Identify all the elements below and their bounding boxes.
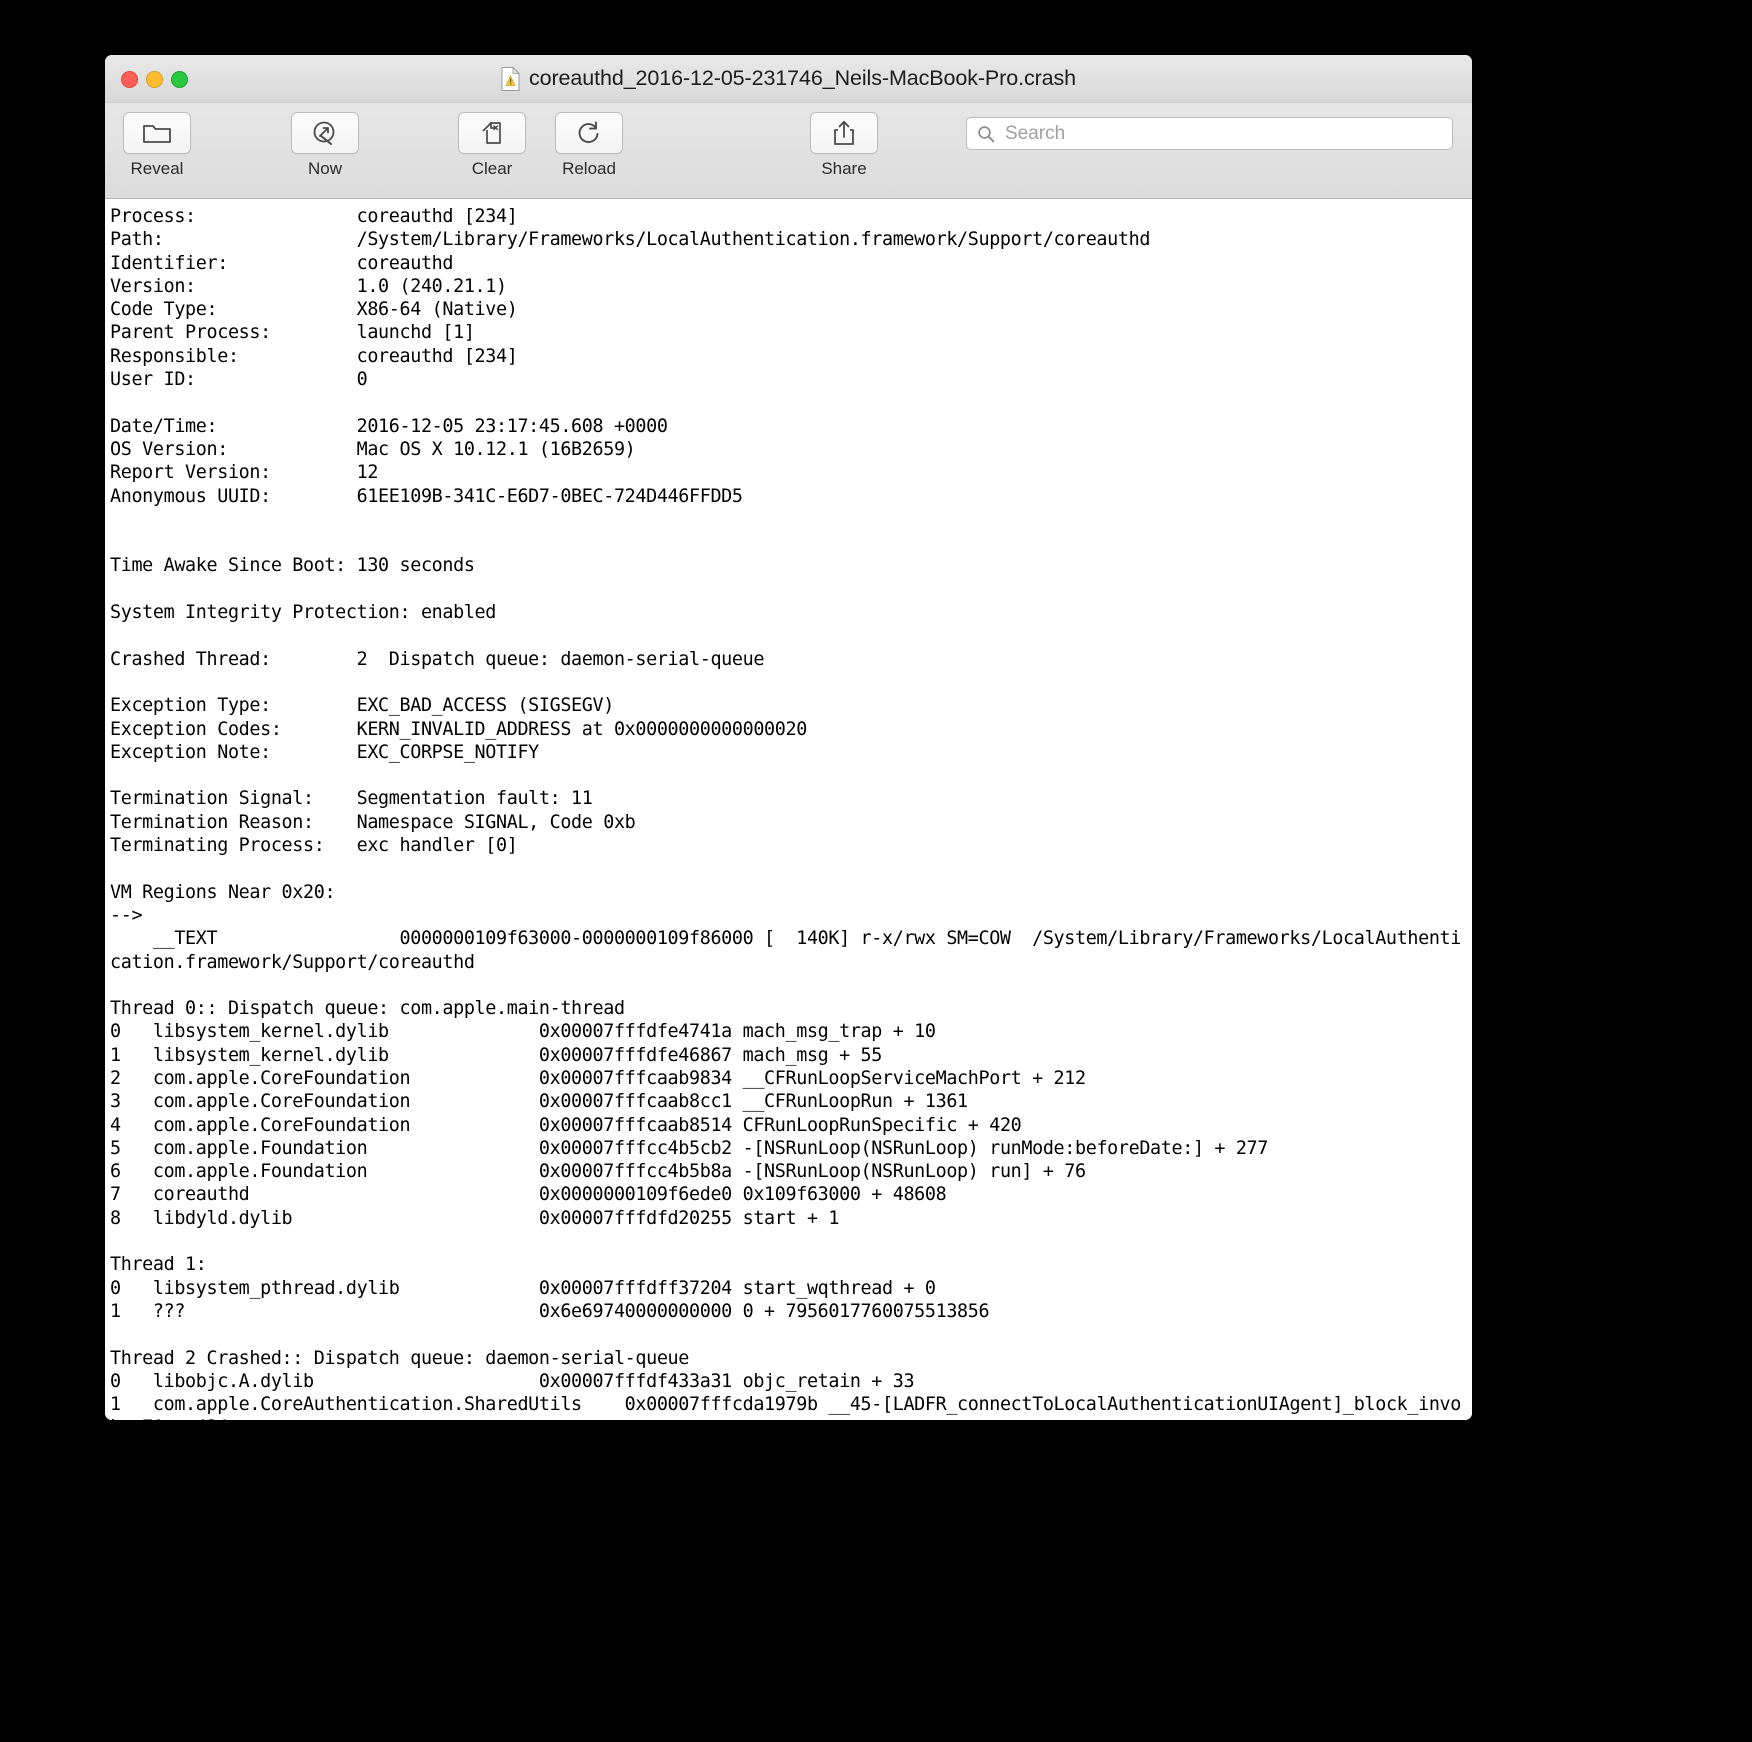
reload-button-chip — [555, 112, 623, 154]
crash-report-text: Process: coreauthd [234] Path: /System/L… — [110, 206, 1461, 1420]
reveal-button[interactable]: Reveal — [121, 112, 193, 179]
now-button-label: Now — [307, 159, 342, 178]
close-window-button[interactable] — [121, 71, 138, 88]
crash-document-icon — [501, 66, 520, 91]
reload-icon — [578, 121, 599, 143]
folder-icon — [143, 125, 171, 143]
search-field[interactable] — [966, 117, 1453, 150]
now-button-chip — [291, 112, 359, 154]
share-button-label: Share — [821, 159, 867, 178]
search-icon — [978, 125, 995, 142]
reload-button-label: Reload — [562, 159, 616, 178]
window-title-group: coreauthd_2016-12-05-231746_Neils-MacBoo… — [105, 55, 1472, 102]
reveal-button-chip — [123, 112, 191, 154]
report-scroll-area[interactable]: Process: coreauthd [234] Path: /System/L… — [105, 199, 1472, 1420]
clear-button[interactable]: Clear — [456, 112, 528, 179]
window-title: coreauthd_2016-12-05-231746_Neils-MacBoo… — [528, 66, 1077, 90]
clear-button-chip — [458, 112, 526, 154]
clear-page-icon — [482, 122, 501, 144]
traffic-light-group — [121, 71, 188, 88]
minimize-window-button[interactable] — [146, 71, 163, 88]
share-icon — [834, 120, 854, 145]
toolbar: Reveal Now Clear Reload Share Search — [105, 103, 1472, 199]
reveal-button-label: Reveal — [130, 159, 184, 178]
now-cursor-icon — [313, 121, 335, 145]
clear-button-label: Clear — [471, 159, 513, 178]
now-button[interactable]: Now — [289, 112, 361, 179]
toolbar-left-group: Reveal Now Clear Reload Share — [121, 112, 880, 179]
crash-report-window: coreauthd_2016-12-05-231746_Neils-MacBoo… — [105, 55, 1472, 1420]
reload-button[interactable]: Reload — [553, 112, 625, 179]
share-button[interactable]: Share — [808, 112, 880, 179]
window-titlebar: coreauthd_2016-12-05-231746_Neils-MacBoo… — [105, 55, 1472, 103]
share-button-chip — [810, 112, 878, 154]
search-input[interactable] — [1003, 121, 1442, 146]
maximize-window-button[interactable] — [171, 71, 188, 88]
